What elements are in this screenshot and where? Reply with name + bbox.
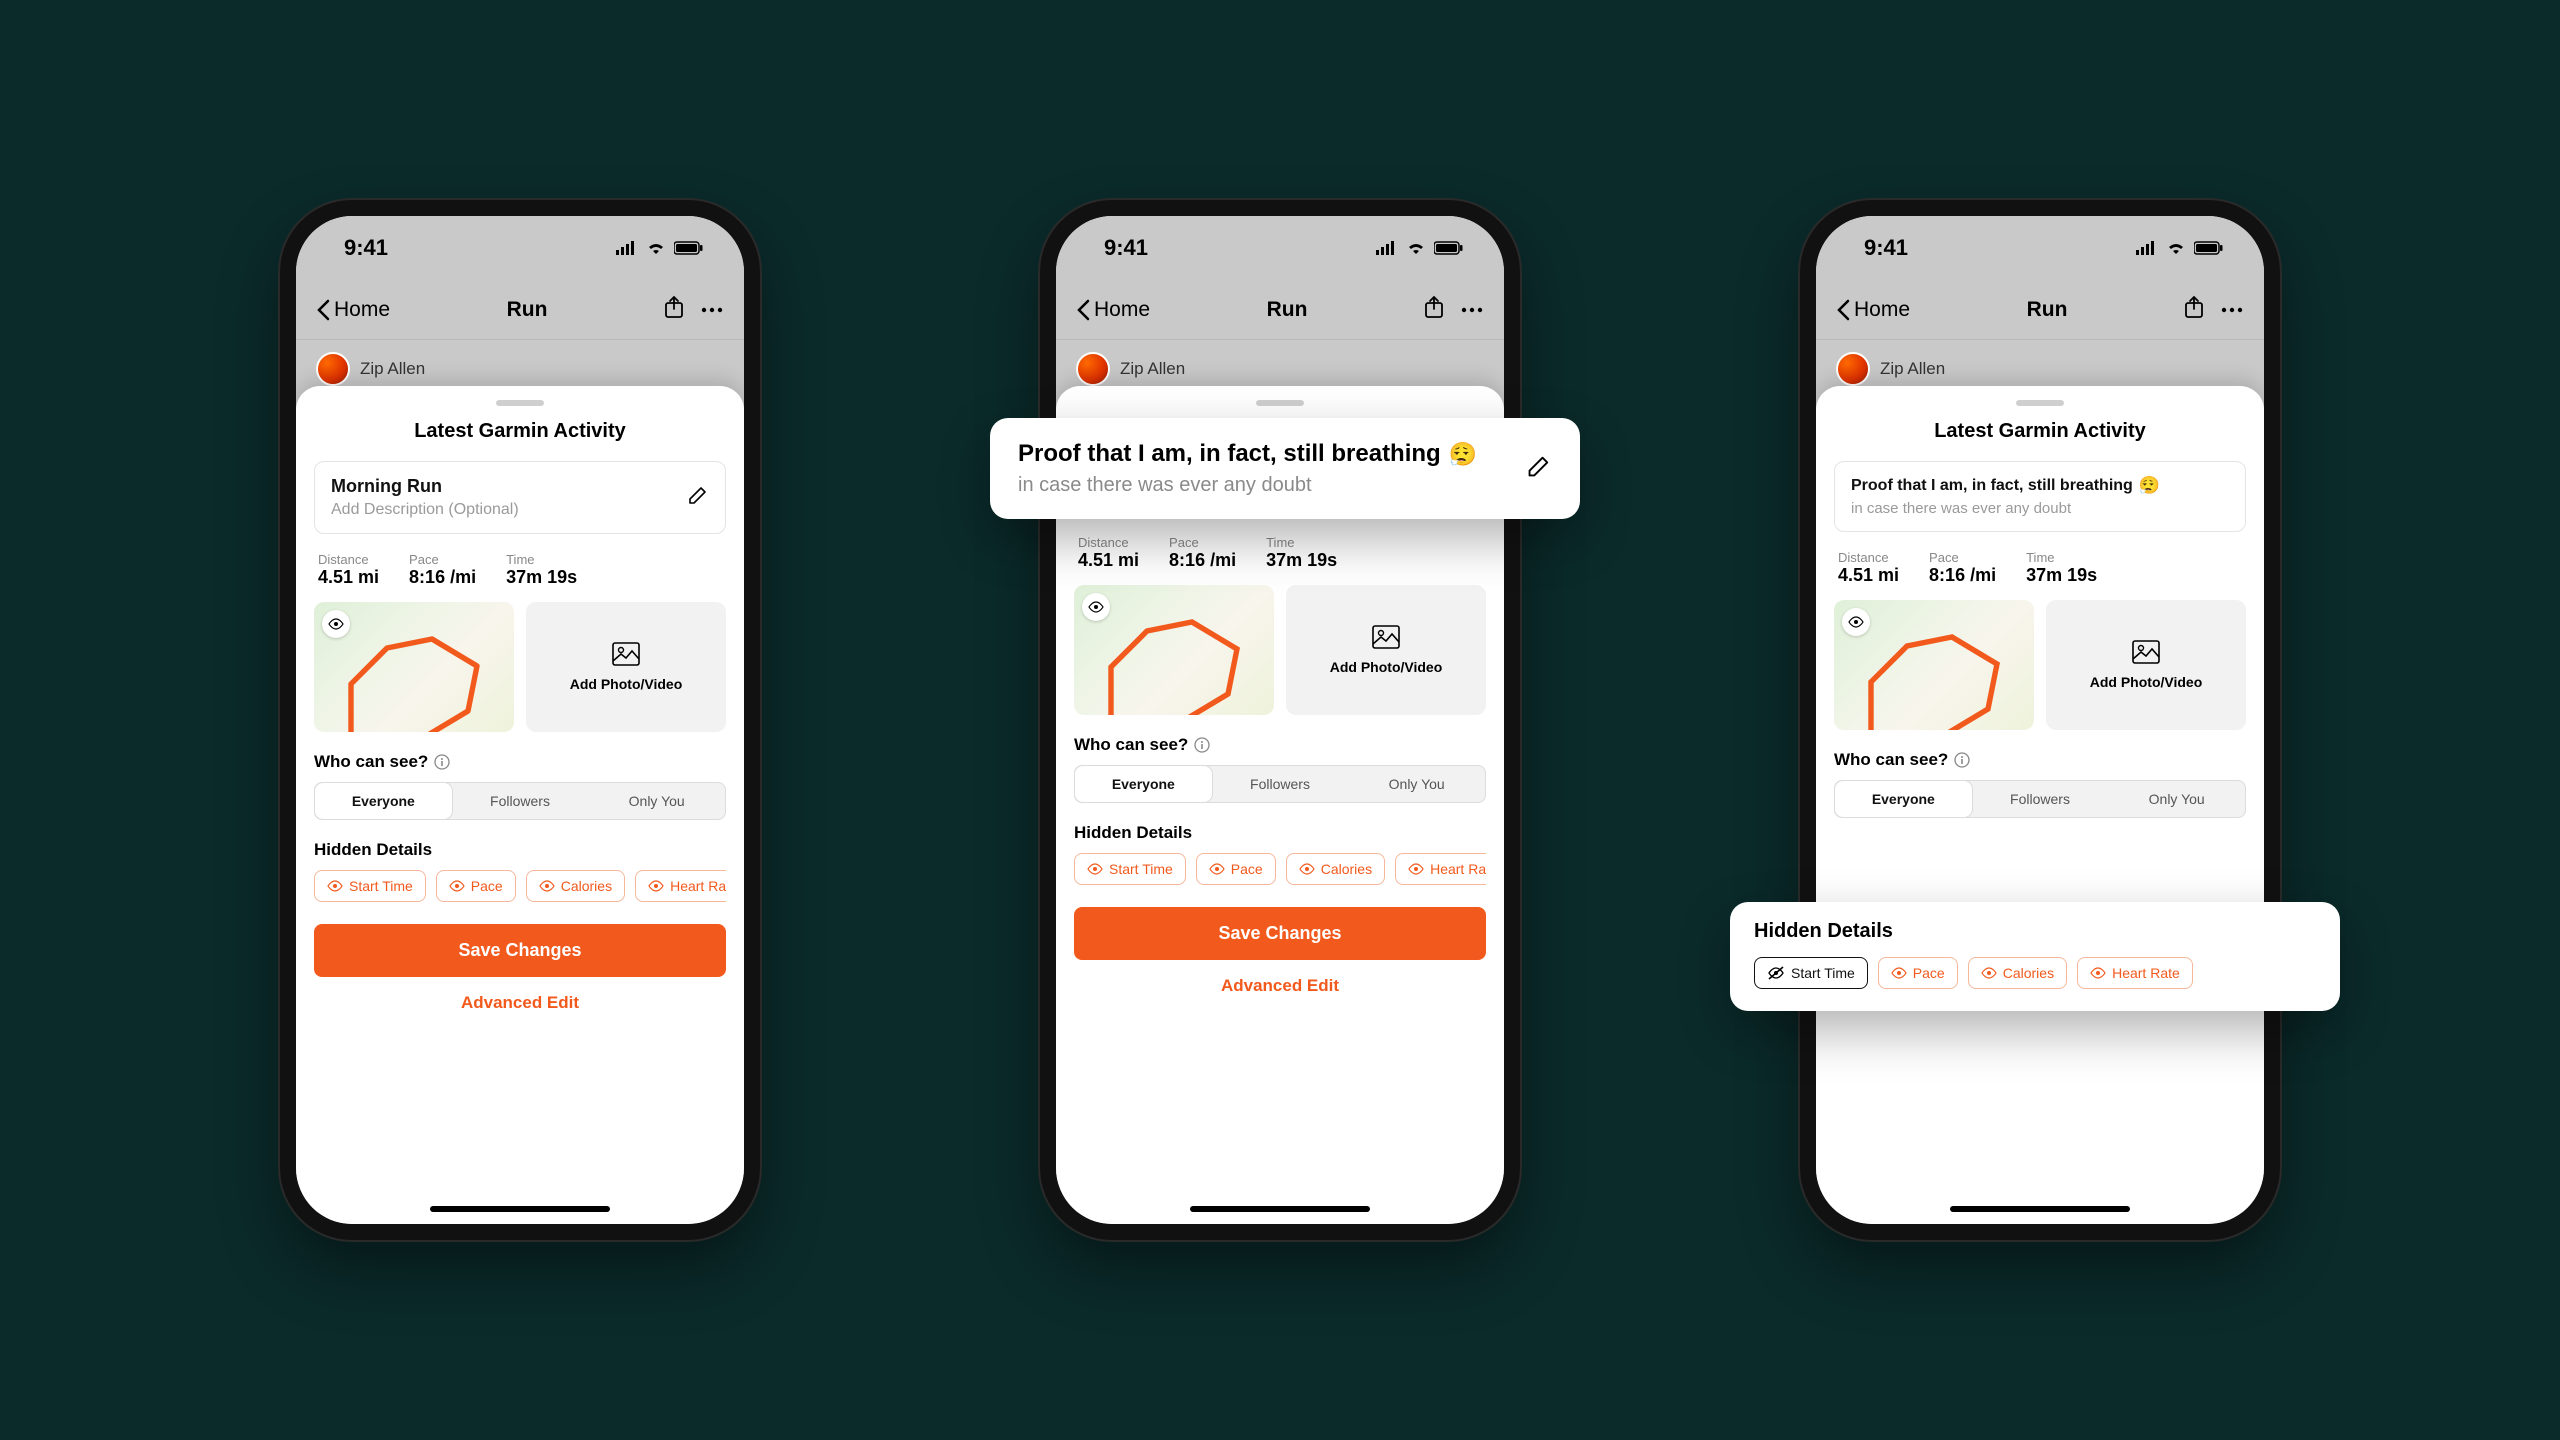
seg-only-you[interactable]: Only You [588,783,725,819]
status-bar: 9:41 [296,216,744,280]
bottom-sheet: Latest Garmin Activity Morning Run Add D… [296,386,744,1224]
route-line [324,612,504,732]
seg-followers[interactable]: Followers [452,783,589,819]
advanced-edit-link[interactable]: Advanced Edit [314,993,726,1013]
chip-start-time-active[interactable]: Start Time [1754,957,1868,989]
eye-off-icon [1767,966,1785,980]
chip-pace[interactable]: Pace [436,870,516,902]
chip-heart-rate[interactable]: Heart Rate [635,870,726,902]
activity-title-card[interactable]: Morning Run Add Description (Optional) [314,461,726,534]
chip-start-time[interactable]: Start Time [314,870,426,902]
pencil-icon[interactable] [687,484,709,511]
phone-mockup-2: 9:41 HomeRun Zip Allen Latest Garmin Act… [1040,200,1520,1240]
activity-title-card[interactable]: Proof that I am, in fact, still breathin… [1834,461,2246,532]
chip-heart-rate[interactable]: Heart Rate [2077,957,2193,989]
visibility-badge[interactable] [322,610,350,638]
add-media-button[interactable]: Add Photo/Video [526,602,726,732]
chip-pace[interactable]: Pace [1878,957,1958,989]
back-button[interactable]: Home [316,298,390,322]
visibility-label: Who can see? [314,752,726,772]
status-time: 9:41 [344,235,388,261]
edited-desc: in case there was ever any doubt [1018,474,1477,497]
eye-icon [328,618,344,630]
nav-bar: Home Run [296,280,744,340]
sheet-grabber[interactable] [496,400,544,406]
info-icon[interactable] [434,754,450,770]
avatar [316,352,350,386]
stats-row: Distance4.51 mi Pace8:16 /mi Time37m 19s [314,552,726,588]
pencil-icon[interactable] [1526,453,1552,484]
user-name: Zip Allen [360,359,425,379]
map-preview[interactable] [314,602,514,732]
more-icon[interactable] [700,301,724,319]
edited-title: Proof that I am, in fact, still breathin… [1018,440,1477,468]
share-icon[interactable] [664,295,684,324]
phone-mockup-3: 9:41 HomeRun Zip Allen Latest Garmin Act… [1800,200,2280,1240]
home-indicator[interactable] [430,1206,610,1212]
activity-desc-placeholder: Add Description (Optional) [331,501,687,519]
eye-icon [327,880,343,892]
phone-mockup-1: 9:41 Home Run Zip [280,200,760,1240]
eye-icon [648,880,664,892]
title-popout[interactable]: Proof that I am, in fact, still breathin… [990,418,1580,519]
hidden-details-popout: Hidden Details Start Time Pace Calories … [1730,902,2340,1011]
sheet-title: Latest Garmin Activity [314,420,726,443]
relieved-emoji: 😮‍💨 [1449,441,1477,468]
page-title: Run [507,298,548,322]
hidden-details-label: Hidden Details [314,840,726,860]
wifi-icon [646,235,666,261]
chevron-left-icon [316,299,330,321]
save-button[interactable]: Save Changes [314,924,726,977]
visibility-segmented[interactable]: Everyone Followers Only You [314,782,726,820]
signal-icon [616,235,638,261]
chip-calories[interactable]: Calories [526,870,625,902]
activity-title: Morning Run [331,476,687,497]
hidden-chips: Start Time Pace Calories Heart Rate [314,870,726,902]
seg-everyone[interactable]: Everyone [315,783,452,819]
battery-icon [674,235,704,261]
chip-calories[interactable]: Calories [1968,957,2067,989]
eye-icon [449,880,465,892]
image-icon [612,642,640,666]
eye-icon [539,880,555,892]
